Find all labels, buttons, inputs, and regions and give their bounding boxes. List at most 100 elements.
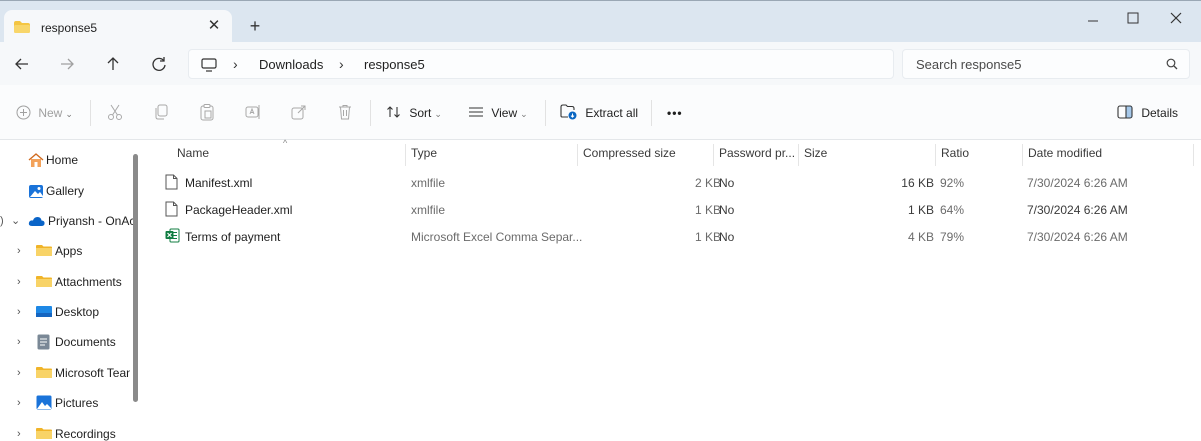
chevron-right-icon[interactable]: › [17,301,21,323]
column-divider[interactable] [1022,144,1023,166]
file-size: 4 KB [907,230,934,244]
column-divider[interactable] [405,144,406,166]
column-divider[interactable] [935,144,936,166]
close-window-button[interactable] [1161,5,1191,31]
chevron-right-icon[interactable]: › [17,331,21,353]
chevron-right-icon[interactable]: › [17,423,21,441]
share-button[interactable] [290,103,308,123]
minimize-button[interactable] [1078,5,1108,31]
sidebar-item-label: Desktop [55,305,100,319]
rename-button[interactable] [244,103,262,123]
chevron-right-icon[interactable]: › [17,240,21,262]
paste-icon [200,104,214,121]
column-divider[interactable] [1193,144,1194,166]
up-button[interactable] [101,52,125,76]
column-header-name[interactable]: Name [177,146,209,160]
sidebar-item-label: Pictures [55,396,99,410]
view-button[interactable]: View ⌄ [468,103,528,123]
new-button[interactable]: New ⌄ [16,103,73,123]
file-name: Manifest.xml [185,176,253,190]
document-icon [165,174,178,190]
minimize-icon [1088,20,1098,22]
chevron-right-icon[interactable]: › [17,362,21,384]
sidebar-item-label: Recordings [55,427,116,441]
sidebar-item-recordings[interactable]: › Recordings [0,423,130,441]
column-header-size[interactable]: Size [804,146,827,160]
refresh-button[interactable] [147,52,171,76]
sidebar-item-label: Home [46,153,79,167]
chevron-right-icon[interactable]: › [17,271,21,293]
sidebar-item-attachments[interactable]: › Attachments [0,271,130,293]
column-divider[interactable] [577,144,578,166]
column-header-password[interactable]: Password pr... [719,146,795,160]
cut-icon [108,104,122,120]
column-divider[interactable] [713,144,714,166]
address-bar[interactable]: › Downloads › response5 [188,49,894,79]
share-icon [291,105,306,120]
sort-ascending-indicator: ^ [283,138,288,148]
sort-label: Sort [409,106,432,120]
sort-button[interactable]: Sort ⌄ [386,103,442,123]
trash-icon [339,105,351,120]
paste-button[interactable] [198,103,216,123]
sidebar-item-label: Gallery [46,184,85,198]
maximize-button[interactable] [1118,5,1148,31]
sidebar-item-desktop[interactable]: › Desktop [0,301,130,323]
chevron-right-icon[interactable]: › [17,392,21,414]
delete-button[interactable] [336,103,354,123]
breadcrumb-separator: › [339,56,344,72]
gallery-icon [29,185,43,198]
copy-button[interactable] [152,103,170,123]
back-button[interactable] [10,52,34,76]
file-date-modified: 7/30/2024 6:26 AM [1027,176,1128,190]
file-name: Terms of payment [185,230,281,244]
column-header-type[interactable]: Type [411,146,437,160]
copy-icon [155,104,168,120]
folder-icon [36,367,52,378]
divider [370,100,371,126]
more-options-button[interactable]: ••• [667,103,683,123]
search-input[interactable]: Search response5 [902,49,1190,79]
table-row[interactable]: PackageHeader.xml xmlfile 1 KB No 1 KB 6… [161,199,1191,223]
close-icon [1170,12,1182,24]
file-ratio: 79% [940,230,965,244]
chevron-down-icon[interactable]: ⌄ [11,210,20,232]
pictures-icon [36,395,52,410]
file-date-modified: 7/30/2024 6:26 AM [1027,203,1128,217]
sidebar-item-microsoft-teams[interactable]: › Microsoft Tean [0,362,130,384]
tab-response5[interactable]: response5 ✕ [4,10,232,44]
details-pane-icon [1117,105,1133,119]
sidebar-item-onedrive[interactable]: ) ⌄ Priyansh - OnAc [0,210,133,232]
extract-all-button[interactable]: Extract all [560,103,638,123]
tab-close-button[interactable]: ✕ [204,16,224,36]
onedrive-icon [28,217,45,226]
breadcrumb-downloads[interactable]: Downloads [259,57,323,72]
table-row[interactable]: Terms of payment Microsoft Excel Comma S… [161,226,1191,250]
documents-icon [37,334,50,350]
file-type: xmlfile [411,203,446,217]
rename-icon [245,105,260,119]
sidebar-item-gallery[interactable]: Gallery [0,180,130,202]
file-date-modified: 7/30/2024 6:26 AM [1027,230,1128,244]
file-size: 16 KB [901,176,934,190]
breadcrumb-response5[interactable]: response5 [364,57,425,72]
sidebar-item-pictures[interactable]: › Pictures [0,392,130,414]
sidebar-item-apps[interactable]: › Apps [0,240,130,262]
sidebar-scrollbar[interactable] [133,154,138,402]
forward-button[interactable] [55,52,79,76]
expand-indicator: ) [0,215,4,227]
column-header-compressed-size[interactable]: Compressed size [583,146,676,160]
sidebar-item-documents[interactable]: › Documents [0,331,130,353]
excel-csv-icon [165,228,180,243]
search-icon [1166,58,1178,70]
details-pane-button[interactable]: Details [1117,103,1178,123]
column-header-date-modified[interactable]: Date modified [1028,146,1102,160]
cut-button[interactable] [106,103,124,123]
file-type: Microsoft Excel Comma Separ... [411,230,583,244]
column-divider[interactable] [798,144,799,166]
column-header-ratio[interactable]: Ratio [941,146,969,160]
new-tab-button[interactable]: + [244,15,266,37]
table-row[interactable]: Manifest.xml xmlfile 2 KB No 16 KB 92% 7… [161,172,1191,196]
title-bar: response5 ✕ + [0,0,1201,44]
sidebar-item-home[interactable]: Home [0,149,130,171]
